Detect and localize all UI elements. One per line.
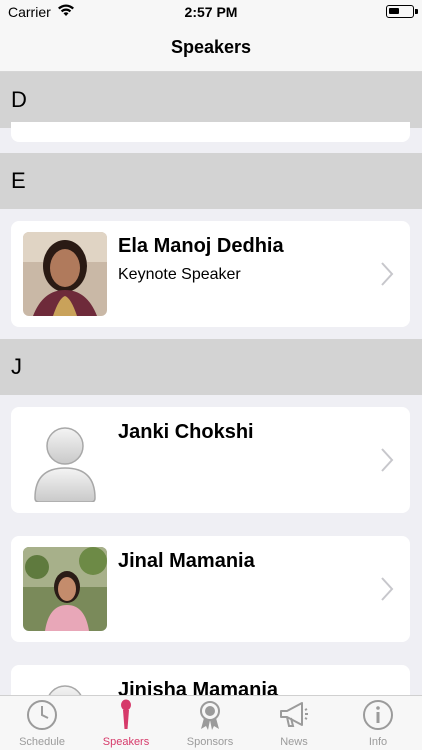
section-header-j: J: [0, 339, 422, 395]
tab-label: Schedule: [19, 736, 65, 748]
speaker-card[interactable]: Janki Chokshi: [11, 407, 410, 513]
badge-icon: [200, 701, 220, 730]
microphone-icon: [121, 699, 131, 729]
section-letter: J: [11, 354, 22, 379]
status-bar: Carrier 2:57 PM: [0, 0, 422, 24]
navigation-bar: Speakers: [0, 24, 422, 72]
speaker-card[interactable]: Ela Manoj Dedhia Keynote Speaker: [11, 221, 410, 327]
tab-bar: Schedule Speakers Sponsors News Info: [0, 695, 422, 750]
speaker-name: Janki Chokshi: [118, 421, 254, 443]
speaker-list[interactable]: D E Ela Manoj Dedhia Keynote Speaker J J…: [0, 72, 422, 695]
speaker-name: Jinisha Mamania: [118, 679, 279, 695]
chevron-right-icon: [381, 448, 394, 472]
section-letter: E: [11, 168, 26, 193]
speaker-photo: [23, 232, 107, 316]
tab-label: Speakers: [102, 736, 150, 748]
clock-icon: [27, 700, 57, 730]
chevron-right-icon: [381, 577, 394, 601]
speaker-card-partial[interactable]: [11, 122, 410, 142]
status-time: 2:57 PM: [184, 4, 238, 20]
page-title: Speakers: [170, 37, 252, 57]
default-avatar-icon: [23, 418, 107, 502]
tab-speakers[interactable]: Speakers: [84, 696, 168, 750]
tab-label: Info: [368, 736, 388, 748]
megaphone-icon: [280, 702, 308, 727]
battery-icon: [386, 5, 418, 18]
speaker-name: Ela Manoj Dedhia: [118, 235, 284, 257]
speaker-card[interactable]: Jinal Mamania: [11, 536, 410, 642]
speaker-card[interactable]: Jinisha Mamania: [11, 665, 410, 695]
tab-news[interactable]: News: [252, 696, 336, 750]
tab-schedule[interactable]: Schedule: [0, 696, 84, 750]
tab-sponsors[interactable]: Sponsors: [168, 696, 252, 750]
info-icon: [363, 700, 393, 730]
speaker-role: Keynote Speaker: [118, 266, 241, 283]
section-letter: D: [11, 87, 27, 112]
speaker-photo: [23, 547, 107, 631]
speaker-name: Jinal Mamania: [118, 550, 255, 572]
chevron-right-icon: [381, 262, 394, 286]
section-header-e: E: [0, 153, 422, 209]
tab-info[interactable]: Info: [336, 696, 420, 750]
tab-label: News: [280, 736, 308, 748]
section-header-d: D: [0, 72, 422, 128]
default-avatar-icon: [23, 676, 107, 695]
tab-label: Sponsors: [186, 736, 234, 748]
